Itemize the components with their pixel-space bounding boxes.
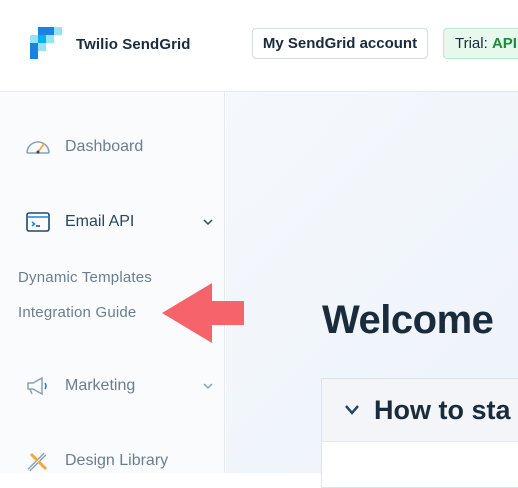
sidebar-item-design-library[interactable]: Design Library bbox=[0, 443, 224, 479]
top-bar: Twilio SendGrid My SendGrid account Tria… bbox=[0, 0, 518, 92]
chevron-down-icon[interactable] bbox=[202, 380, 214, 392]
gauge-icon bbox=[26, 141, 50, 154]
pencil-ruler-icon bbox=[27, 452, 48, 472]
pointer-arrow-icon bbox=[162, 283, 244, 343]
card-title: How to sta bbox=[374, 395, 511, 425]
chevron-down-icon[interactable] bbox=[202, 216, 214, 228]
trial-badge[interactable]: Trial: API bbox=[443, 28, 518, 59]
card-header[interactable]: How to sta bbox=[322, 379, 518, 442]
main-content: Welcome How to sta bbox=[226, 92, 518, 488]
sidebar-item-marketing[interactable]: Marketing bbox=[0, 368, 224, 404]
subnav-integration-guide[interactable]: Integration Guide bbox=[18, 304, 136, 321]
trial-prefix: Trial: bbox=[455, 35, 488, 52]
trial-value: API bbox=[491, 35, 517, 52]
sidebar-item-email-api[interactable]: Email API bbox=[0, 204, 224, 240]
subnav-dynamic-templates[interactable]: Dynamic Templates bbox=[18, 269, 152, 286]
megaphone-icon bbox=[27, 376, 47, 396]
my-account-button[interactable]: My SendGrid account bbox=[252, 28, 428, 59]
getting-started-card: How to sta bbox=[321, 378, 518, 488]
terminal-icon bbox=[26, 212, 50, 232]
sendgrid-logo-icon[interactable] bbox=[30, 27, 64, 61]
sidebar-item-label: Design Library bbox=[65, 452, 169, 469]
brand-name: Twilio SendGrid bbox=[76, 36, 191, 53]
page-title: Welcome bbox=[322, 298, 494, 342]
sidebar-item-label: Email API bbox=[65, 213, 135, 230]
sidebar-item-label: Dashboard bbox=[65, 138, 144, 155]
sidebar-item-dashboard[interactable]: Dashboard bbox=[0, 129, 224, 165]
sidebar-item-label: Marketing bbox=[65, 377, 136, 394]
chevron-down-icon[interactable] bbox=[344, 404, 360, 416]
